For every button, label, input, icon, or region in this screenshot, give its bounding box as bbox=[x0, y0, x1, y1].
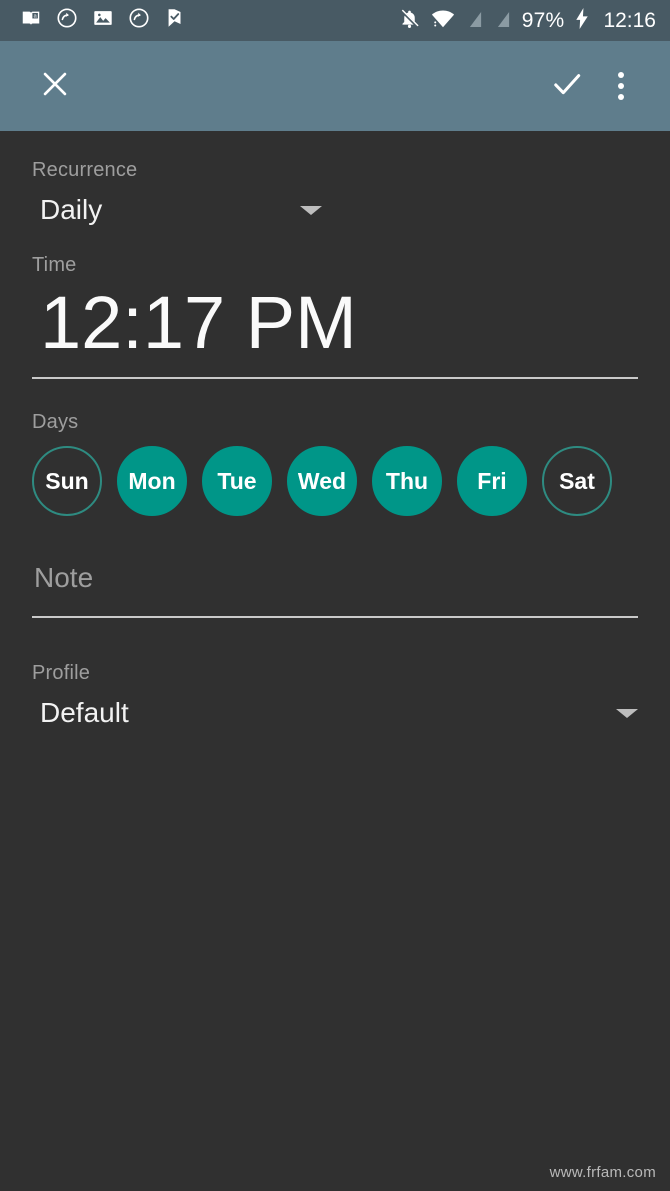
time-field: Time 12:17 PM bbox=[32, 254, 638, 379]
close-icon bbox=[38, 67, 72, 106]
status-bar-system: 97% 12:16 bbox=[399, 7, 656, 34]
overflow-menu-button[interactable] bbox=[594, 59, 648, 113]
day-chip-wed[interactable]: Wed bbox=[287, 446, 357, 516]
time-value[interactable]: 12:17 PM bbox=[32, 281, 638, 365]
profile-dropdown[interactable]: Default bbox=[32, 697, 638, 729]
days-label: Days bbox=[32, 411, 79, 433]
days-selector: Sun Mon Tue Wed Thu Fri Sat bbox=[32, 446, 638, 516]
check-icon bbox=[549, 66, 585, 107]
day-chip-label: Thu bbox=[385, 467, 429, 494]
day-chip-label: Sun bbox=[45, 467, 89, 494]
battery-percent: 97% bbox=[521, 8, 565, 32]
book-reader-icon: a bbox=[20, 7, 42, 34]
app-toolbar bbox=[0, 41, 670, 131]
sync-rotate-icon bbox=[56, 7, 78, 34]
day-chip-tue[interactable]: Tue bbox=[202, 446, 272, 516]
chevron-down-icon bbox=[616, 708, 638, 718]
watermark: www.frfam.com bbox=[549, 1164, 656, 1181]
reminder-form: Recurrence Daily Time 12:17 PM Days Sun … bbox=[0, 131, 670, 729]
day-chip-thu[interactable]: Thu bbox=[372, 446, 442, 516]
day-chip-fri[interactable]: Fri bbox=[457, 446, 527, 516]
wifi-icon bbox=[431, 8, 455, 34]
bell-off-icon bbox=[399, 8, 420, 34]
day-chip-label: Mon bbox=[128, 467, 176, 494]
check-flag-icon bbox=[164, 7, 186, 34]
time-underline bbox=[32, 377, 638, 379]
charging-bolt-icon bbox=[575, 7, 589, 34]
more-vertical-icon bbox=[618, 72, 624, 100]
day-chip-label: Fri bbox=[477, 467, 507, 494]
sync-rotate-icon-2 bbox=[128, 7, 150, 34]
day-chip-sat[interactable]: Sat bbox=[542, 446, 612, 516]
status-bar: a 97% 12:16 bbox=[0, 0, 670, 41]
status-bar-notifications: a bbox=[20, 7, 399, 34]
signal-off-icon-1 bbox=[466, 8, 483, 34]
note-input[interactable] bbox=[32, 558, 638, 604]
chevron-down-icon bbox=[300, 205, 322, 215]
close-button[interactable] bbox=[28, 59, 82, 113]
days-field: Days Sun Mon Tue Wed Thu Fri Sat bbox=[32, 411, 638, 516]
day-chip-sun[interactable]: Sun bbox=[32, 446, 102, 516]
recurrence-dropdown[interactable]: Daily bbox=[32, 194, 322, 226]
note-underline bbox=[32, 616, 638, 618]
time-label: Time bbox=[32, 254, 77, 276]
recurrence-value: Daily bbox=[40, 194, 103, 225]
recurrence-label: Recurrence bbox=[32, 159, 138, 181]
day-chip-label: Tue bbox=[217, 467, 257, 494]
confirm-button[interactable] bbox=[540, 59, 594, 113]
profile-label: Profile bbox=[32, 662, 91, 684]
status-bar-clock: 12:16 bbox=[603, 8, 656, 32]
recurrence-field: Recurrence Daily bbox=[32, 131, 638, 226]
note-field bbox=[32, 558, 638, 618]
profile-value: Default bbox=[40, 697, 129, 728]
day-chip-label: Sat bbox=[559, 467, 595, 494]
day-chip-label: Wed bbox=[297, 467, 347, 494]
profile-field: Profile Default bbox=[32, 662, 638, 729]
image-icon bbox=[92, 7, 114, 34]
day-chip-mon[interactable]: Mon bbox=[117, 446, 187, 516]
signal-off-icon-2 bbox=[494, 8, 511, 34]
